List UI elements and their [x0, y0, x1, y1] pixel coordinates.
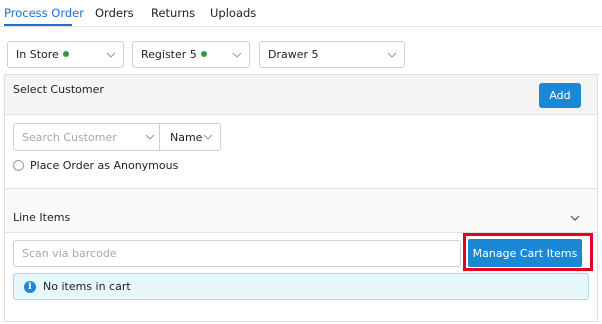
chevron-down-icon	[105, 50, 117, 60]
anonymous-checkbox[interactable]	[13, 160, 24, 171]
customer-section-header: Select Customer Add	[5, 75, 597, 115]
drawer-select[interactable]: Drawer 5	[259, 41, 405, 68]
tab-returns[interactable]: Returns	[151, 6, 195, 20]
chevron-down-icon	[202, 132, 214, 142]
customer-search-input[interactable]: Search Customer	[13, 123, 159, 151]
drawer-select-label: Drawer 5	[268, 48, 319, 61]
collapse-chevron-icon[interactable]	[569, 213, 581, 226]
register-select[interactable]: Register 5	[132, 41, 250, 68]
chevron-down-icon	[231, 50, 243, 60]
tab-orders[interactable]: Orders	[95, 6, 134, 20]
tab-process-order[interactable]: Process Order	[4, 6, 84, 20]
line-items-title: Line Items	[13, 211, 71, 224]
empty-cart-alert: i No items in cart	[13, 273, 589, 300]
manage-cart-items-button[interactable]: Manage Cart Items	[468, 239, 582, 267]
store-select[interactable]: In Store	[7, 41, 124, 68]
order-card: Select Customer Add Search Customer Name…	[4, 74, 598, 322]
add-customer-button[interactable]: Add	[539, 83, 581, 108]
store-select-label: In Store	[16, 48, 69, 61]
customer-search-placeholder: Search Customer	[22, 131, 117, 144]
search-by-label: Name	[170, 131, 203, 144]
customer-section-title: Select Customer	[13, 83, 104, 96]
tabs-divider	[0, 26, 602, 27]
barcode-input[interactable]: Scan via barcode	[13, 240, 461, 267]
register-select-label: Register 5	[141, 48, 207, 61]
info-icon: i	[24, 281, 36, 293]
top-tabs: Process Order Orders Returns Uploads	[0, 0, 602, 27]
search-by-select[interactable]: Name	[159, 123, 221, 151]
tab-uploads[interactable]: Uploads	[210, 6, 256, 20]
chevron-down-icon	[144, 132, 156, 142]
barcode-placeholder: Scan via barcode	[22, 247, 117, 260]
empty-cart-message: No items in cart	[43, 280, 131, 293]
register-status-dot	[200, 51, 207, 57]
store-status-dot	[62, 51, 69, 57]
line-items-header[interactable]: Line Items	[5, 189, 597, 233]
anonymous-label: Place Order as Anonymous	[30, 159, 179, 172]
chevron-down-icon	[386, 50, 398, 60]
